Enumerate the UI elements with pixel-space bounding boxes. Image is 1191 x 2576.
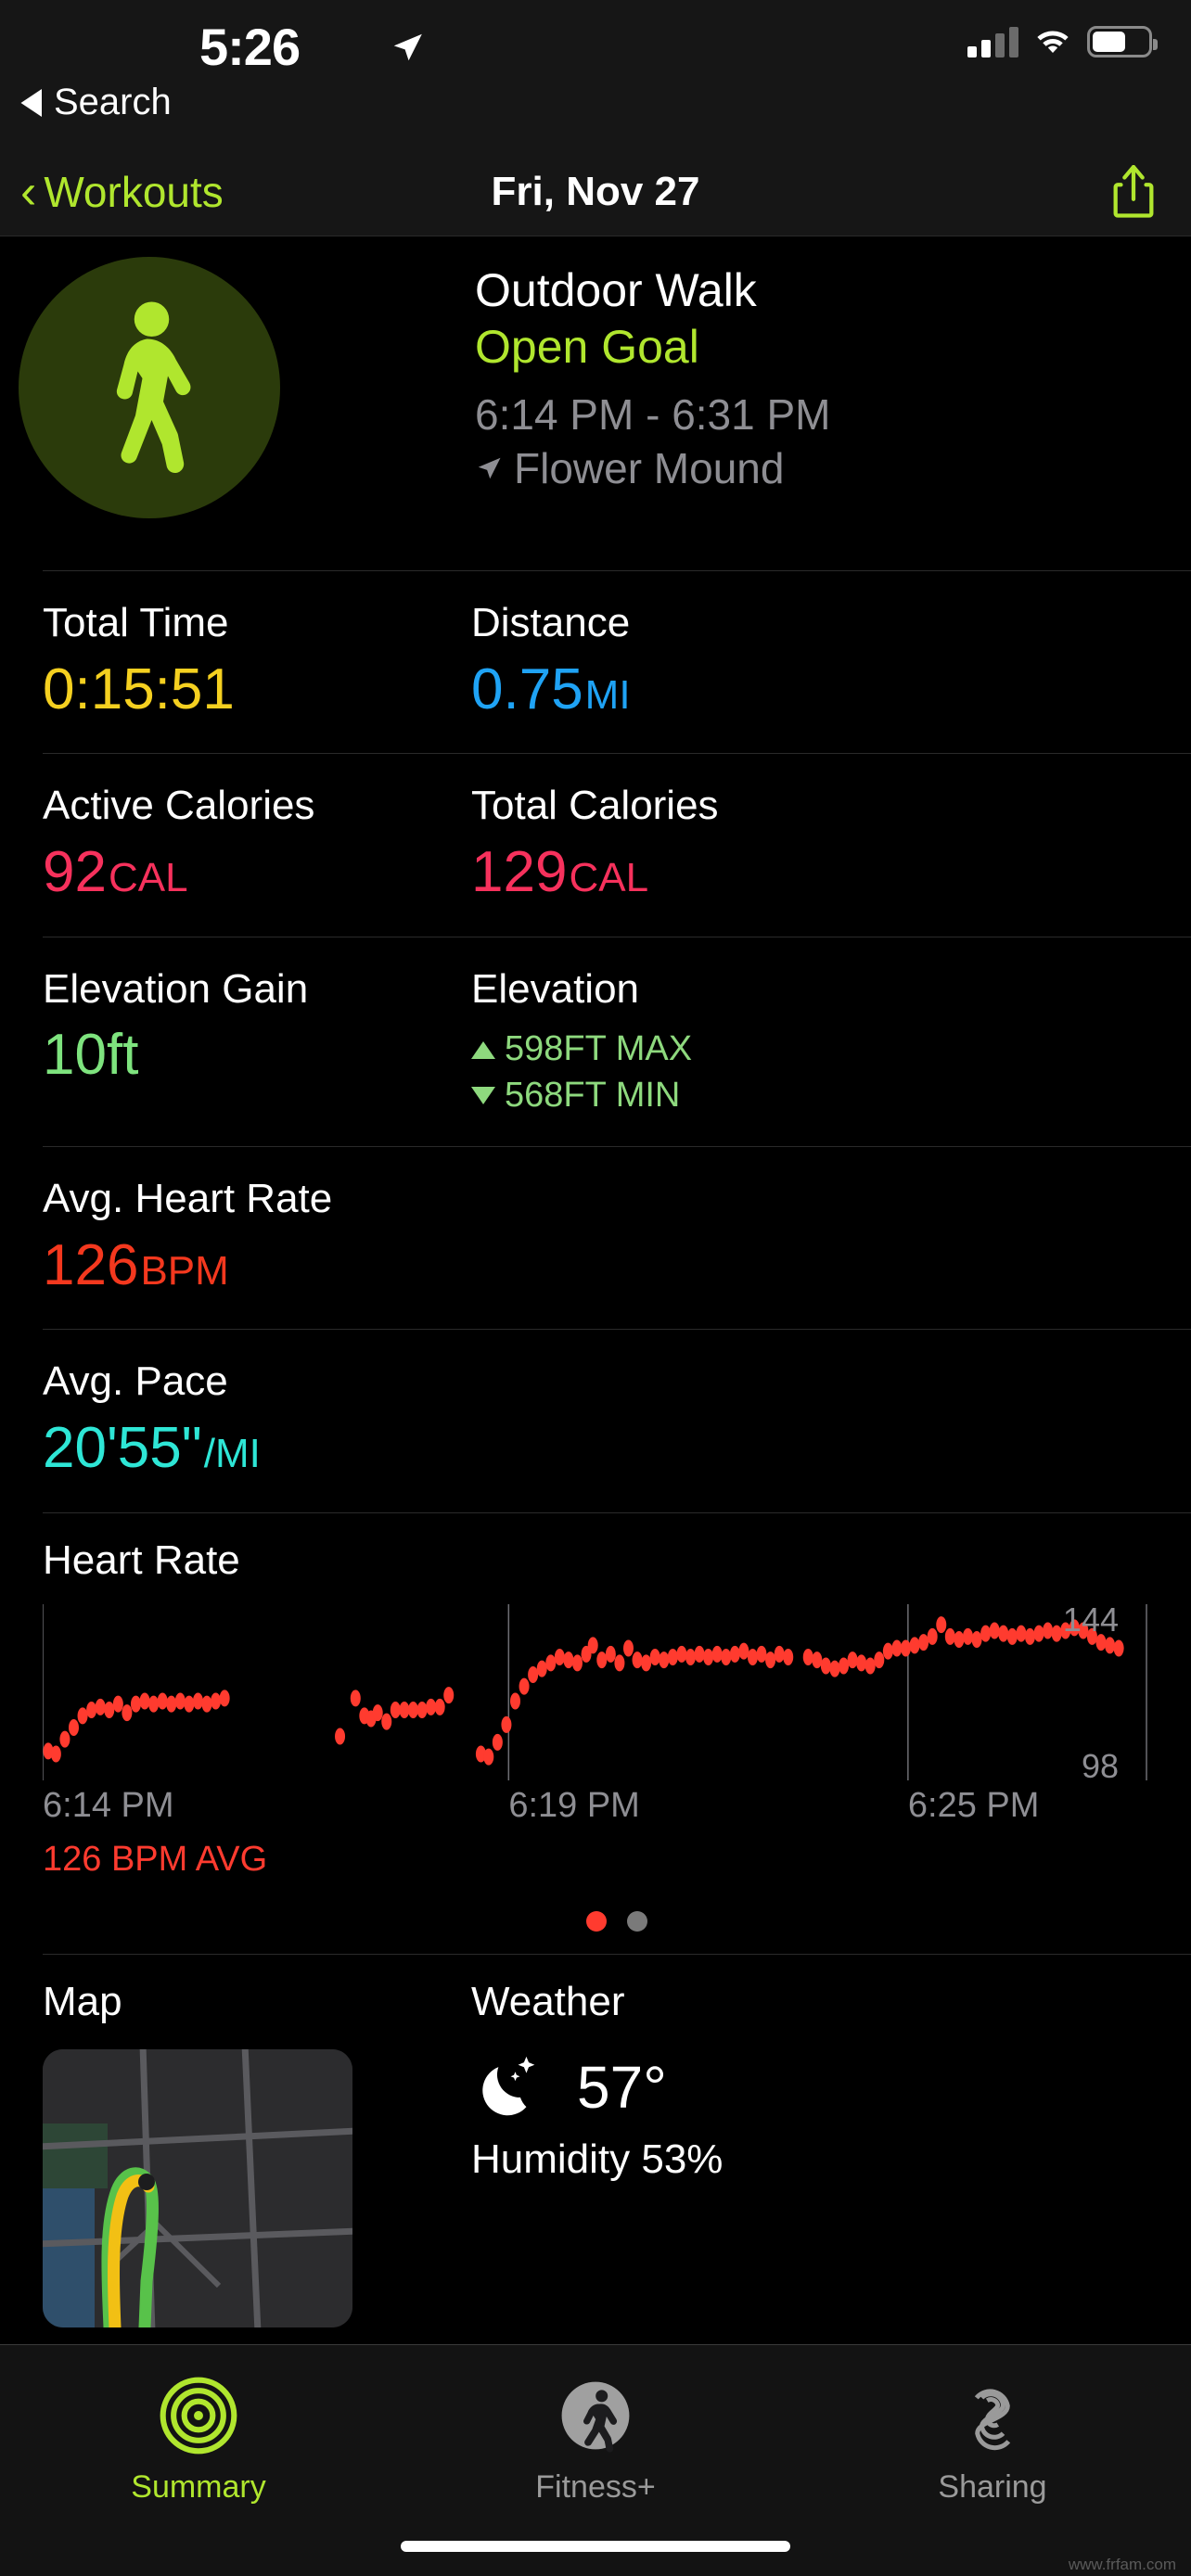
page-indicator[interactable] [43,1910,1191,1954]
chart-x-tick: 6:19 PM [508,1785,640,1825]
metric-elevation-gain: Elevation Gain 10 ft [43,965,471,1119]
moon-stars-icon [482,2056,535,2116]
workout-info: Outdoor Walk Open Goal 6:14 PM - 6:31 PM… [475,262,831,495]
workout-header: Outdoor Walk Open Goal 6:14 PM - 6:31 PM… [0,236,1191,570]
navigation-bar: ‹ Workouts Fri, Nov 27 [0,148,1191,236]
weather-reading: 57° [471,2049,900,2125]
metric-unit: ft [106,1023,139,1088]
workout-time-range: 6:14 PM - 6:31 PM [475,390,831,439]
metric-active-calories: Active Calories 92 CAL [43,782,471,908]
status-bar-indicators [967,26,1158,57]
chart-average-label: 126 BPM AVG [43,1839,268,1879]
tab-label: Sharing [938,2469,1047,2505]
elevation-min: 568FT MIN [471,1073,900,1118]
metric-unit: MI [584,671,631,718]
tab-bar: Summary Fitness+ Sharing [0,2344,1191,2576]
metric-row-avg-heart-rate: Avg. Heart Rate 126 BPM [0,1147,1191,1329]
back-triangle-icon [20,88,42,117]
chart-x-axis: 6:14 PM 6:19 PM 6:25 PM [43,1786,1152,1836]
metric-value: 126 [43,1232,139,1297]
sharing-icon [974,2389,1011,2451]
iphone-screen: 5:26 Search ‹ Workouts Fri, Nov 27 Outdo… [0,0,1191,2576]
metric-unit: BPM [140,1247,229,1294]
tab-summary[interactable]: Summary [0,2345,397,2576]
metric-value: 20'55" [43,1416,202,1481]
tab-label: Summary [131,2469,266,2505]
metric-label: Avg. Heart Rate [43,1176,333,1222]
metric-label: Total Time [43,600,229,645]
share-icon[interactable] [1111,165,1156,219]
status-bar-time: 5:26 [199,18,301,76]
weather-temperature: 57° [577,2053,667,2121]
metric-row-avg-pace: Avg. Pace 20'55" /MI [0,1330,1191,1511]
back-to-search-label: Search [54,82,172,122]
metric-total-time: Total Time 0:15:51 [43,599,471,725]
activity-rings-icon [160,2377,237,2455]
back-to-search-button[interactable]: Search [20,82,172,123]
metric-value: 92 [43,840,107,905]
heart-rate-chart-section[interactable]: Heart Rate 144 98 6:14 PM 6:19 PM 6:25 PM … [0,1513,1191,1954]
metric-total-calories: Total Calories 129 CAL [471,782,900,908]
metric-label: Distance [471,600,631,645]
weather-section: Weather 57° Humidity 53% [471,1979,900,2327]
tab-label: Fitness+ [535,2469,656,2505]
chart-max-label: 144 [1062,1600,1119,1639]
workout-type: Outdoor Walk [475,264,757,316]
weather-label: Weather [471,1978,625,2024]
metric-value: 0.75 [471,657,583,721]
metric-unit: /MI [203,1431,261,1477]
workout-goal: Open Goal [475,321,699,373]
page-dot[interactable] [586,1910,607,1932]
workout-detail-content: Outdoor Walk Open Goal 6:14 PM - 6:31 PM… [0,236,1191,2327]
metric-value: 129 [471,840,568,905]
heart-rate-scatter-plot [43,1603,1147,1780]
metric-row-elevation: Elevation Gain 10 ft Elevation 598FT MAX… [0,937,1191,1147]
metric-label: Elevation Gain [43,965,309,1012]
metric-distance: Distance 0.75 MI [471,599,900,725]
metric-unit: CAL [108,855,188,901]
chart-min-label: 98 [1081,1746,1119,1785]
workout-location: Flower Mound [475,442,831,496]
triangle-down-icon [471,1086,495,1104]
elevation-min-label: 568FT MIN [505,1075,681,1115]
map-weather-row: Map Weather 57° Humidity 53% [0,1955,1191,2327]
chart-x-tick: 6:25 PM [907,1785,1040,1825]
home-indicator[interactable] [401,2541,790,2552]
location-arrow-icon [478,458,501,479]
metric-label: Elevation [471,965,640,1012]
metric-row-calories: Active Calories 92 CAL Total Calories 12… [0,754,1191,936]
page-dot[interactable] [627,1910,647,1932]
location-arrow-icon [393,33,422,61]
map-label: Map [43,1978,122,2024]
heart-rate-chart[interactable]: 144 98 [43,1600,1152,1785]
metric-elevation-range: Elevation 598FT MAX 568FT MIN [471,965,900,1119]
cellular-signal-icon [967,26,1018,57]
metric-avg-heart-rate: Avg. Heart Rate 126 BPM [43,1175,332,1301]
metric-unit: CAL [569,855,649,901]
triangle-up-icon [471,1040,495,1059]
elevation-max: 598FT MAX [471,1027,900,1072]
map-section[interactable]: Map [43,1979,471,2327]
workout-location-label: Flower Mound [514,443,785,492]
map-thumbnail[interactable] [43,2048,352,2327]
walking-person-icon [19,257,280,518]
tab-sharing[interactable]: Sharing [794,2345,1191,2576]
elevation-max-label: 598FT MAX [505,1029,693,1069]
metric-label: Active Calories [43,783,315,829]
chart-x-tick: 6:14 PM [43,1785,174,1825]
weather-humidity: Humidity 53% [471,2136,724,2182]
chart-title: Heart Rate [43,1537,240,1583]
metric-label: Total Calories [471,783,719,829]
page-title: Fri, Nov 27 [491,169,700,214]
running-person-icon [561,2381,630,2453]
metric-row-time-distance: Total Time 0:15:51 Distance 0.75 MI [0,571,1191,753]
metric-value: 0:15:51 [43,657,235,721]
metric-label: Avg. Pace [43,1358,228,1405]
battery-icon [1087,26,1158,57]
metric-value: 10 [43,1023,107,1088]
wifi-icon [1037,31,1069,53]
watermark: www.frfam.com [1068,2556,1176,2573]
status-bar: 5:26 Search [0,0,1191,148]
metric-avg-pace: Avg. Pace 20'55" /MI [43,1358,261,1484]
